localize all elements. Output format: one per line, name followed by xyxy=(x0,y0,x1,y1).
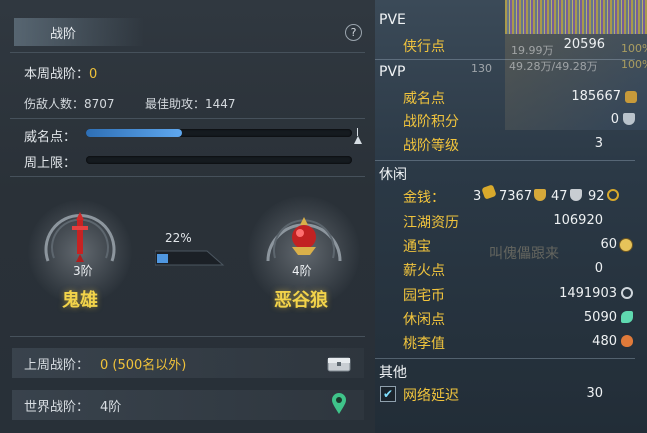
weekly-cap-bar xyxy=(86,156,352,164)
xinhuo-value: 0 xyxy=(594,261,603,276)
world-rank-row: 世界战阶： 4阶 xyxy=(12,390,364,420)
leisure-points-value: 5090 xyxy=(583,310,617,325)
jianghu-value: 106920 xyxy=(553,213,603,228)
gold-ingot-icon xyxy=(481,184,497,200)
leaf-icon xyxy=(621,311,633,323)
rank-score-value: 0 xyxy=(610,112,619,127)
world-rank-label: 世界战阶： xyxy=(24,400,90,415)
bg-pct-a: 100% xyxy=(621,42,647,55)
rank-score-icon xyxy=(623,113,635,125)
current-rank-name: 鬼雄 xyxy=(62,290,98,311)
check-icon: ✔ xyxy=(382,387,394,401)
section-divider xyxy=(375,160,635,161)
yuanzhai-coin-icon xyxy=(621,287,633,299)
panel-title: 战阶 xyxy=(50,27,77,42)
taoli-value: 480 xyxy=(592,334,617,349)
chest-icon[interactable] xyxy=(327,353,351,373)
money-silver: 7367 xyxy=(499,189,533,204)
best-assist-value: 1447 xyxy=(205,97,236,111)
money-gold: 3 xyxy=(473,189,482,204)
rank-progress-arrow xyxy=(155,250,225,266)
tongbao-coin-icon xyxy=(619,238,633,252)
section-divider xyxy=(375,358,635,359)
kills-value: 8707 xyxy=(84,97,115,111)
prestige-bar xyxy=(86,129,352,137)
kills-stat: 伤敌人数：8707 xyxy=(24,95,115,112)
best-assist-stat: 最佳助攻：1447 xyxy=(145,95,236,112)
world-rank-value: 4阶 xyxy=(100,400,122,415)
prestige-coin-icon xyxy=(625,91,637,103)
currency-panel: 19.99万 49.28万/49.28万 130 100% 100% PVE 侠… xyxy=(375,0,647,433)
xiaxing-value: 20596 xyxy=(563,37,605,52)
next-rank-level: 4阶 xyxy=(292,264,312,278)
divider xyxy=(10,176,365,177)
cap-marker-line xyxy=(357,128,358,136)
leisure-points-label: 休闲点 xyxy=(403,312,445,328)
yuanzhai-label: 园宅币 xyxy=(403,288,445,304)
last-week-label: 上周战阶： xyxy=(24,358,90,373)
tongbao-label: 通宝 xyxy=(403,239,431,255)
prestige-points-value: 185667 xyxy=(571,89,621,104)
section-pve: PVE xyxy=(379,12,406,28)
weekly-rank-value: 0 xyxy=(89,67,98,82)
silver-ingot-icon xyxy=(534,189,546,201)
cap-marker-icon xyxy=(354,136,362,144)
divider xyxy=(10,118,365,119)
tongbao-value: 60 xyxy=(600,237,617,252)
panel-title-bar: 战阶 xyxy=(14,18,144,46)
best-assist-label: 最佳助攻： xyxy=(145,97,206,111)
location-pin-icon[interactable] xyxy=(331,393,347,415)
xiaxing-label: 侠行点 xyxy=(403,39,445,55)
network-latency-checkbox[interactable]: ✔ xyxy=(380,386,396,402)
prestige-points-label: 威名点 xyxy=(403,91,445,107)
prestige-bar-fill xyxy=(86,129,182,137)
divider xyxy=(10,336,365,337)
rank-level-value: 3 xyxy=(594,136,603,151)
network-latency-label: 网络延迟 xyxy=(403,388,459,404)
peach-icon xyxy=(621,335,633,347)
section-other: 其他 xyxy=(379,365,407,381)
bg-hp-a: 19.99万 xyxy=(511,44,554,57)
bg-level: 130 xyxy=(471,62,492,75)
game-background-stripes xyxy=(505,0,647,34)
rank-level-label: 战阶等级 xyxy=(403,138,459,154)
section-divider xyxy=(375,59,635,60)
kills-label: 伤敌人数： xyxy=(24,97,85,111)
section-leisure: 休闲 xyxy=(379,167,407,183)
current-rank-level: 3阶 xyxy=(73,264,93,278)
last-week-value: 0 (500名以外) xyxy=(100,358,187,373)
money-label: 金钱： xyxy=(403,190,445,206)
rank-progress-percent: 22% xyxy=(165,231,192,245)
money-copper-a: 47 xyxy=(551,189,568,204)
rank-score-label: 战阶积分 xyxy=(403,114,459,130)
weekly-rank-label: 本周战阶： xyxy=(24,67,90,82)
bg-hp-b: 49.28万/49.28万 xyxy=(509,60,598,73)
network-latency-value: 30 xyxy=(586,386,603,401)
silver-tael-icon xyxy=(570,189,582,201)
weekly-cap-label: 周上限： xyxy=(24,156,77,171)
background-ghost-text: 叫傀儡跟来 xyxy=(489,246,559,262)
jianghu-label: 江湖资历 xyxy=(403,215,459,231)
xinhuo-label: 薪火点 xyxy=(403,263,445,279)
weekly-rank: 本周战阶：0 xyxy=(24,63,97,82)
section-pvp: PVP xyxy=(379,64,406,80)
yuanzhai-value: 1491903 xyxy=(559,286,617,301)
help-icon[interactable]: ? xyxy=(345,24,362,41)
money-copper-b: 92 xyxy=(588,189,605,204)
copper-coin-icon xyxy=(607,189,619,201)
last-week-rank-row: 上周战阶： 0 (500名以外) xyxy=(12,348,364,378)
prestige-label: 威名点： xyxy=(24,130,77,145)
divider xyxy=(10,52,365,53)
rank-panel: 战阶 ? 本周战阶：0 伤敌人数：8707 最佳助攻：1447 威名点： 周上限… xyxy=(0,0,375,433)
next-rank-name: 恶谷狼 xyxy=(274,290,328,311)
taoli-label: 桃李值 xyxy=(403,336,445,352)
